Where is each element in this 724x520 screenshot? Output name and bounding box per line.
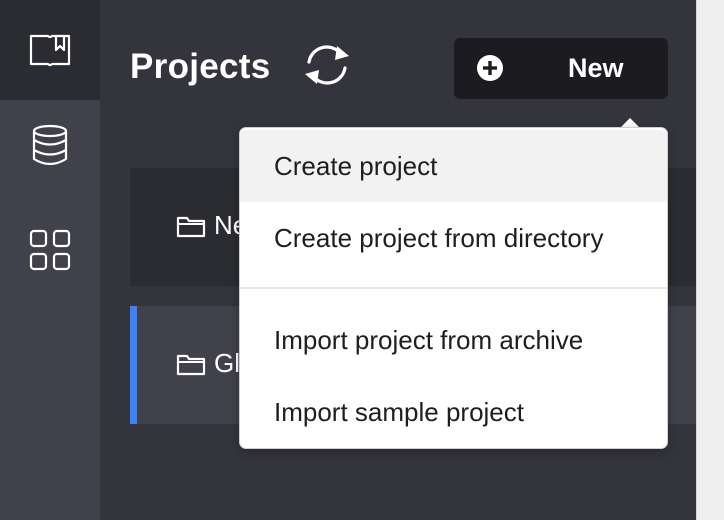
page-title: Projects (130, 47, 271, 86)
book-bookmark-icon (29, 34, 71, 67)
menu-item-import-archive[interactable]: Import project from archive (240, 304, 667, 376)
new-button-label: New (568, 53, 624, 83)
project-name: Gl (214, 348, 240, 378)
sidebar-item-projects[interactable] (0, 0, 100, 100)
new-dropdown-menu: Create project Create project from direc… (239, 127, 668, 449)
menu-item-create-from-directory[interactable]: Create project from directory (240, 202, 667, 274)
scrollbar[interactable] (696, 0, 724, 520)
sidebar-item-apps[interactable] (0, 205, 100, 295)
sidebar-rail (0, 0, 100, 520)
sidebar-item-data[interactable] (0, 100, 100, 190)
database-icon (32, 124, 68, 166)
folder-icon (176, 216, 206, 238)
grid-apps-icon (29, 229, 71, 271)
sync-icon[interactable] (301, 42, 353, 88)
plus-circle-icon (477, 55, 503, 81)
menu-item-import-sample[interactable]: Import sample project (240, 376, 667, 448)
folder-icon (176, 354, 206, 376)
new-button[interactable]: New (454, 38, 668, 99)
menu-item-create-project[interactable]: Create project (240, 130, 667, 202)
menu-divider (240, 287, 667, 289)
